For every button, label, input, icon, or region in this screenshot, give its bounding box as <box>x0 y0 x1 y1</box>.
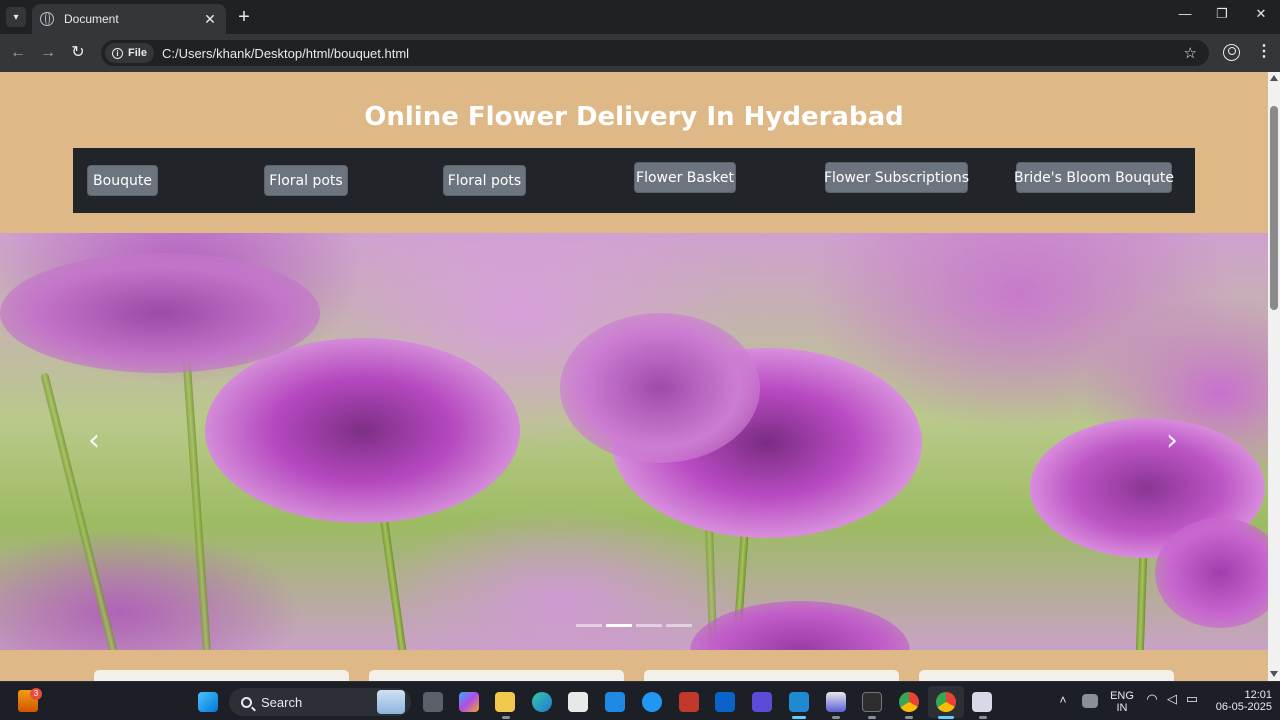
nav-button-flower-subscriptions[interactable]: Flower Subscriptions <box>824 162 969 193</box>
terminal-icon[interactable] <box>862 692 882 712</box>
window-close-button[interactable]: ✕ <box>1246 6 1276 22</box>
nav-button-bouqute[interactable]: Bouqute <box>87 165 158 196</box>
nav-button-floral-pots[interactable]: Floral pots <box>264 165 348 196</box>
tab-close-icon[interactable]: ✕ <box>202 11 218 28</box>
clock[interactable]: 12:01 06-05-2025 <box>1208 689 1272 713</box>
mcafee-icon[interactable] <box>679 692 699 712</box>
running-indicator <box>979 716 987 719</box>
flower-stem <box>40 372 119 650</box>
tab-title: Document <box>64 12 119 26</box>
product-card[interactable] <box>919 670 1174 681</box>
new-tab-button[interactable]: + <box>234 7 254 27</box>
file-explorer-icon[interactable] <box>495 692 515 712</box>
task-view-icon[interactable] <box>423 692 443 712</box>
taskbar-search[interactable]: Search <box>229 688 411 716</box>
language-region: IN <box>1116 702 1128 714</box>
volume-icon[interactable]: ◁ <box>1164 692 1180 705</box>
carousel-indicator[interactable] <box>666 624 692 627</box>
carousel-next-icon[interactable]: › <box>1164 426 1180 456</box>
page-title: Online Flower Delivery In Hyderabad <box>364 102 904 132</box>
search-highlight-image <box>377 690 405 714</box>
carousel-prev-icon[interactable]: ‹ <box>86 426 102 456</box>
scrollbar-thumb[interactable] <box>1270 106 1278 310</box>
tray-chevron-up-icon[interactable]: ˄ <box>1056 694 1070 706</box>
tab-search-chevron-icon[interactable]: ▾ <box>6 7 26 27</box>
taskbar-search-label: Search <box>261 694 303 710</box>
carousel-indicator[interactable] <box>636 624 662 627</box>
mysql-workbench-icon[interactable] <box>605 692 625 712</box>
copilot-icon[interactable] <box>459 692 479 712</box>
nav-button-floral-pots-2[interactable]: Floral pots <box>443 165 526 196</box>
site-info-label: File <box>128 47 147 59</box>
maximize-button[interactable]: ❐ <box>1207 6 1237 22</box>
hero-carousel: ‹ › <box>0 233 1268 650</box>
running-indicator <box>905 716 913 719</box>
allium-bloom <box>1155 518 1268 628</box>
carousel-indicator[interactable] <box>576 624 602 627</box>
globe-icon <box>40 12 54 26</box>
scroll-down-arrow-icon[interactable] <box>1270 671 1278 677</box>
clock-time: 12:01 <box>1244 689 1272 701</box>
windows-start-icon[interactable] <box>198 692 218 712</box>
running-indicator-active <box>938 716 954 719</box>
reload-icon[interactable]: ↻ <box>68 43 88 63</box>
browser-tab[interactable]: Document ✕ <box>32 4 226 34</box>
url-text[interactable]: C:/Users/khank/Desktop/html/bouquet.html <box>162 46 1184 61</box>
running-indicator <box>792 716 806 719</box>
onedrive-offline-icon[interactable] <box>1082 694 1098 708</box>
product-card[interactable] <box>369 670 624 681</box>
search-icon <box>241 696 252 708</box>
clock-date: 06-05-2025 <box>1215 701 1272 713</box>
language-code: ENG <box>1110 690 1134 702</box>
carousel-indicator-active[interactable] <box>606 624 632 627</box>
running-indicator <box>868 716 876 719</box>
chrome-icon-active[interactable] <box>936 692 956 712</box>
edge-icon[interactable] <box>532 692 552 712</box>
allium-bloom <box>205 338 520 523</box>
snipping-tool-icon[interactable] <box>972 692 992 712</box>
app-hexagon-icon[interactable] <box>752 692 772 712</box>
running-indicator <box>832 716 840 719</box>
windows-taskbar: 3 Search ˄ ENG IN ◠ ◁ ▭ 12:01 06-05-2025 <box>0 681 1280 720</box>
nav-button-flower-basket[interactable]: Flower Basket <box>634 162 736 193</box>
product-card[interactable] <box>94 670 349 681</box>
help-icon[interactable] <box>642 692 662 712</box>
language-indicator[interactable]: ENG IN <box>1108 690 1136 714</box>
profile-icon[interactable] <box>1223 44 1240 61</box>
tab-strip: ▾ Document ✕ + — ❐ ✕ <box>0 0 1280 34</box>
battery-icon[interactable]: ▭ <box>1184 692 1200 705</box>
running-indicator <box>502 716 510 719</box>
wifi-icon[interactable]: ◠ <box>1144 692 1160 705</box>
nav-button-brides-bloom-bouqute[interactable]: Bride's Bloom Bouqute <box>1014 162 1174 193</box>
scroll-up-arrow-icon[interactable] <box>1270 75 1278 81</box>
menu-kebab-icon[interactable]: ⋮ <box>1256 44 1272 60</box>
back-arrow-icon[interactable]: ← <box>8 43 28 63</box>
allium-bloom <box>0 253 320 373</box>
allium-bloom <box>690 601 910 650</box>
notification-badge: 3 <box>30 688 42 700</box>
address-bar[interactable]: i File C:/Users/khank/Desktop/html/bouqu… <box>101 40 1209 66</box>
product-card[interactable] <box>644 670 899 681</box>
allium-bloom <box>560 313 760 463</box>
page-scrollbar[interactable] <box>1268 72 1280 681</box>
chrome-icon[interactable] <box>899 692 919 712</box>
site-info-chip[interactable]: i File <box>105 43 154 63</box>
outlook-icon[interactable] <box>715 692 735 712</box>
carousel-indicators <box>576 624 692 627</box>
vscode-icon[interactable] <box>789 692 809 712</box>
category-navbar: Bouqute Floral pots Floral pots Flower B… <box>73 148 1195 213</box>
bookmark-star-icon[interactable]: ☆ <box>1184 44 1197 62</box>
database-app-icon[interactable] <box>826 692 846 712</box>
forward-arrow-icon[interactable]: → <box>38 43 58 63</box>
page-viewport: Online Flower Delivery In Hyderabad Bouq… <box>0 72 1268 681</box>
minimize-button[interactable]: — <box>1170 6 1200 21</box>
microsoft-store-icon[interactable] <box>568 692 588 712</box>
info-icon: i <box>112 47 123 59</box>
